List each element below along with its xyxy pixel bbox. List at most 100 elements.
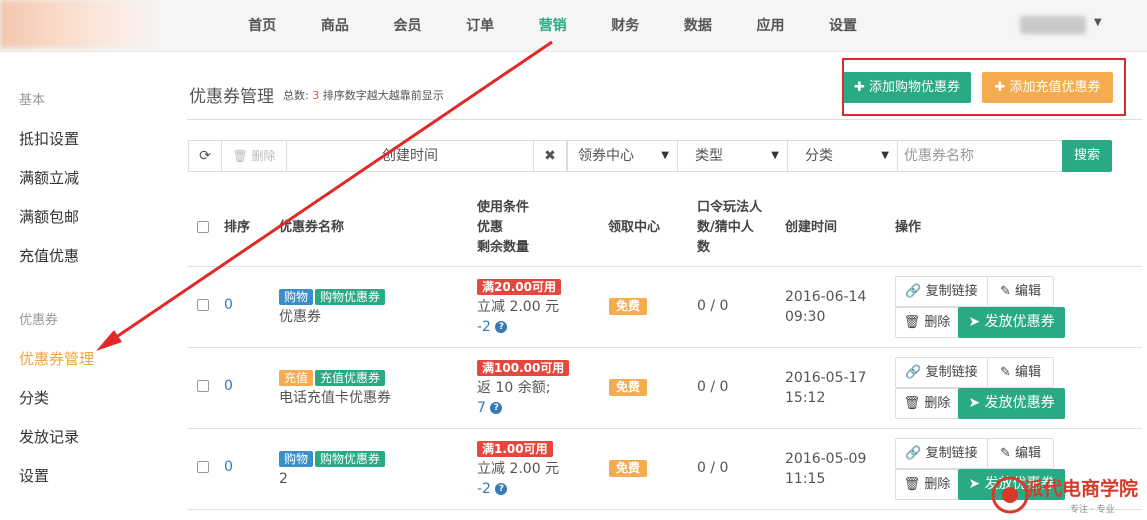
help-icon[interactable]: ?: [490, 402, 503, 414]
created-date: 2016-05-09: [785, 451, 867, 467]
row-sort-value[interactable]: 0: [224, 459, 233, 475]
nav-members[interactable]: 会员: [371, 0, 444, 52]
col-created[interactable]: 创建时间: [785, 218, 837, 238]
row-checkbox[interactable]: [197, 299, 209, 311]
nav-data[interactable]: 数据: [662, 0, 735, 52]
sidebar-item-settings[interactable]: 设置: [19, 465, 49, 486]
nav-marketing[interactable]: 营销: [516, 0, 589, 52]
center-select[interactable]: 领券中心 ▼: [567, 140, 678, 172]
header-row-divider: [187, 266, 1142, 267]
delete-button[interactable]: 🗑 删除: [895, 307, 959, 338]
header-divider: [187, 119, 1142, 120]
page-subtitle: 总数: 3 排序数字越大越靠前显示: [283, 87, 444, 103]
trash-icon: 🗑: [903, 477, 921, 492]
center-select-value: 领券中心: [578, 148, 634, 164]
row-checkbox[interactable]: [197, 380, 209, 392]
coupon-name-input[interactable]: 优惠券名称: [897, 140, 1063, 172]
row-name-cell: 充值 充值优惠券 电话充值卡优惠券: [279, 368, 391, 408]
search-button[interactable]: 搜索: [1062, 140, 1112, 172]
edit-label: 编辑: [1015, 284, 1042, 299]
issue-coupon-button[interactable]: ➤ 发放优惠券: [958, 388, 1065, 419]
refresh-icon: ⟳: [199, 148, 211, 164]
watermark: 派代电商学院 专注 · 专业: [990, 472, 1145, 518]
col-password-line3: 数: [697, 240, 711, 255]
sidebar-item-deduction[interactable]: 抵扣设置: [19, 128, 79, 149]
nav-products[interactable]: 商品: [299, 0, 372, 52]
row-checkbox[interactable]: [197, 461, 209, 473]
free-badge: 免费: [609, 379, 648, 396]
total-count: 3: [312, 89, 320, 102]
sidebar-item-full-reduction[interactable]: 满额立减: [19, 167, 79, 188]
row-sort-value[interactable]: 0: [224, 378, 233, 394]
copy-link-button[interactable]: 🔗 复制链接: [895, 276, 988, 307]
remain-count: 7: [477, 400, 486, 416]
user-menu[interactable]: [1020, 16, 1086, 34]
free-badge: 免费: [609, 298, 648, 315]
condition-tag: 满100.00可用: [477, 360, 570, 376]
help-icon[interactable]: ?: [495, 483, 508, 495]
sidebar-item-issue-records[interactable]: 发放记录: [19, 426, 79, 447]
edit-label: 编辑: [1015, 365, 1042, 380]
row-name-cell: 购物 购物优惠券 优惠券: [279, 287, 387, 327]
created-time: 2016-06-14 09:30: [785, 287, 866, 327]
refresh-button[interactable]: ⟳: [188, 140, 222, 172]
free-badge: 免费: [609, 460, 648, 477]
sidebar-item-free-shipping[interactable]: 满额包邮: [19, 206, 79, 227]
copy-link-button[interactable]: 🔗 复制链接: [895, 357, 988, 388]
copy-link-button[interactable]: 🔗 复制链接: [895, 438, 988, 469]
nav-finance[interactable]: 财务: [589, 0, 662, 52]
link-icon: 🔗: [905, 284, 922, 299]
col-password-line2: 数/猜中人: [697, 220, 754, 235]
delete-button[interactable]: 🗑 删除: [895, 469, 959, 500]
password-count: 0 / 0: [697, 379, 729, 395]
category-tag: 购物优惠券: [315, 451, 386, 467]
caret-down-icon[interactable]: ▼: [1094, 17, 1102, 28]
col-actions: 操作: [895, 220, 922, 235]
sort-note: 排序数字越大越靠前显示: [322, 89, 444, 102]
edit-button[interactable]: ✎ 编辑: [987, 438, 1054, 469]
category-select[interactable]: 分类 ▼: [787, 140, 898, 172]
row-sort-value[interactable]: 0: [224, 297, 233, 313]
highlight-box: [842, 58, 1126, 116]
issue-coupon-button[interactable]: ➤ 发放优惠券: [958, 307, 1065, 338]
nav-apps[interactable]: 应用: [734, 0, 807, 52]
col-condition-line2: 优惠: [477, 220, 504, 235]
total-label: 总数:: [283, 89, 309, 102]
send-icon: ➤: [968, 395, 981, 411]
close-icon: ✖: [544, 148, 556, 164]
sidebar-item-category[interactable]: 分类: [19, 387, 49, 408]
copy-link-label: 复制链接: [925, 284, 978, 299]
nav-orders[interactable]: 订单: [444, 0, 517, 52]
row-condition-cell: 满100.00可用 返 10 余额; 7 ?: [477, 358, 571, 418]
top-bar: 首页 商品 会员 订单 营销 财务 数据 应用 设置 ▼: [0, 0, 1147, 52]
date-range-input[interactable]: 创建时间: [286, 140, 534, 172]
row-name-cell: 购物 购物优惠券 2: [279, 449, 387, 489]
benefit-text: 立减 2.00 元: [477, 299, 560, 315]
type-select[interactable]: 类型 ▼: [677, 140, 788, 172]
edit-button[interactable]: ✎ 编辑: [987, 357, 1054, 388]
col-sort[interactable]: 排序: [224, 218, 250, 238]
nav-settings[interactable]: 设置: [807, 0, 880, 52]
coupon-name: 电话充值卡优惠券: [279, 390, 391, 406]
clear-date-button[interactable]: ✖: [533, 140, 567, 172]
edit-button[interactable]: ✎ 编辑: [987, 276, 1054, 307]
app-root: 首页 商品 会员 订单 营销 财务 数据 应用 设置 ▼ 基本 抵扣设置 满额立…: [0, 0, 1147, 520]
watermark-sub: 专注 · 专业: [1070, 505, 1115, 515]
col-password: 口令玩法人 数/猜中人 数: [697, 198, 762, 258]
link-icon: 🔗: [905, 446, 922, 461]
sidebar-item-recharge-offer[interactable]: 充值优惠: [19, 245, 79, 266]
sidebar-item-coupon-manage[interactable]: 优惠券管理: [19, 348, 94, 369]
created-time: 2016-05-17 15:12: [785, 368, 866, 408]
col-center: 领取中心: [608, 220, 661, 235]
delete-button[interactable]: 🗑 删除: [895, 388, 959, 419]
sidebar-section-coupons: 优惠券: [19, 313, 59, 328]
col-condition: 使用条件 优惠 剩余数量: [477, 198, 529, 258]
issue-coupon-label: 发放优惠券: [984, 314, 1055, 330]
col-name: 优惠券名称: [279, 220, 345, 235]
select-all-checkbox[interactable]: [197, 221, 209, 233]
caret-down-icon: ▼: [881, 150, 889, 161]
sidebar: 基本 抵扣设置 满额立减 满额包邮 充值优惠 优惠券 优惠券管理 分类 发放记录…: [0, 53, 160, 520]
delete-filter-button[interactable]: 🗑 删除: [221, 140, 287, 172]
nav-home[interactable]: 首页: [226, 0, 299, 52]
help-icon[interactable]: ?: [495, 321, 508, 333]
